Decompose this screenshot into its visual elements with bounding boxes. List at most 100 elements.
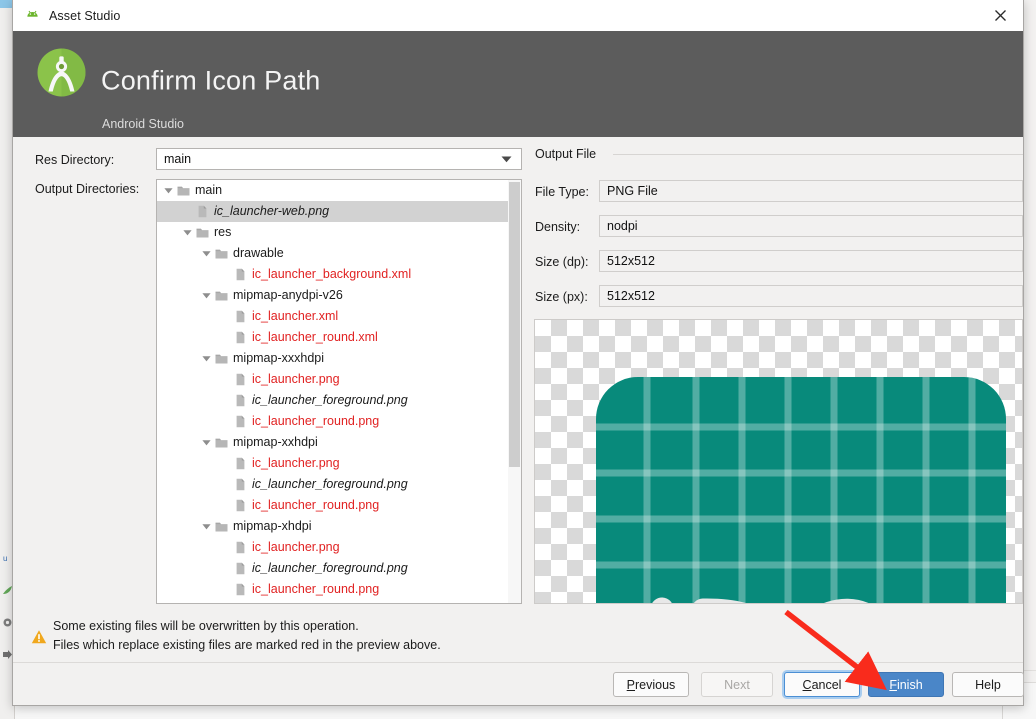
finish-mnemonic: F [889,677,897,692]
tree-file-row[interactable]: ic_launcher_foreground.png [157,390,509,411]
res-directory-combo[interactable]: main [156,148,522,170]
tree-item-label: ic_launcher_foreground.png [252,561,408,575]
size-px-field: 512x512 [599,285,1023,307]
next-button: Next [701,672,773,697]
tree-folder-row[interactable]: main [157,180,509,201]
tree-expand-toggle-icon[interactable] [201,290,212,301]
dialog-header: Confirm Icon Path Android Studio [13,31,1023,137]
density-field: nodpi [599,215,1023,237]
warning-line-1: Some existing files will be overwritten … [53,619,359,633]
tree-file-row[interactable]: ic_launcher_foreground.png [157,474,509,495]
file-icon [234,583,247,596]
tree-item-label: ic_launcher_round.png [252,582,380,596]
tree-scrollbar-thumb[interactable] [509,182,520,467]
warning-triangle-icon [31,629,47,645]
android-studio-logo-icon [35,46,88,99]
previous-label-rest: revious [635,677,676,692]
next-label: Next [724,677,750,692]
folder-icon [215,352,228,365]
tree-item-label: ic_launcher_foreground.png [252,477,408,491]
help-button[interactable]: Help [952,672,1024,697]
preview-artwork [596,377,1006,603]
tree-expand-toggle-icon[interactable] [201,437,212,448]
tree-file-row[interactable]: ic_launcher_round.png [157,411,509,432]
cancel-mnemonic: C [802,677,812,692]
help-label: Help [975,677,1001,692]
finish-label-rest: inish [896,677,923,692]
tree-expand-toggle-icon[interactable] [201,353,212,364]
density-label: Density: [535,220,581,234]
warning-area: Some existing files will be overwritten … [13,605,1023,663]
warning-line-2: Files which replace existing files are m… [53,638,441,652]
tree-item-label: ic_launcher.png [252,456,340,470]
tree-scrollbar-track[interactable] [508,180,521,603]
tree-expand-toggle-icon[interactable] [201,521,212,532]
tree-item-label: ic_launcher_round.xml [252,330,378,344]
tree-item-label: mipmap-xxhdpi [233,435,318,449]
tree-folder-row[interactable]: mipmap-xhdpi [157,516,509,537]
tree-folder-row[interactable]: mipmap-anydpi-v26 [157,285,509,306]
previous-button[interactable]: Previous [613,672,689,697]
output-file-group-label: Output File [535,147,603,161]
tree-item-label: main [195,183,223,197]
tree-expand-toggle-icon[interactable] [163,185,174,196]
file-icon [234,541,247,554]
file-icon [234,562,247,575]
cancel-button[interactable]: Cancel [784,672,860,697]
tree-folder-row[interactable]: res [157,222,509,243]
res-directory-label: Res Directory: [35,153,115,167]
tree-item-label: ic_launcher-web.png [214,204,330,218]
tree-file-row[interactable]: ic_launcher.xml [157,306,509,327]
size-px-label: Size (px): [535,290,588,304]
tree-file-row[interactable]: ic_launcher_foreground.png [157,558,509,579]
svg-text:u: u [3,554,7,563]
folder-icon [196,226,209,239]
tree-file-row[interactable]: ic_launcher_round.png [157,495,509,516]
tree-folder-row[interactable]: mipmap-xxhdpi [157,432,509,453]
tree-item-label: mipmap-anydpi-v26 [233,288,343,302]
tree-item-label: mipmap-xhdpi [233,519,312,533]
tree-file-row[interactable]: ic_launcher.png [157,537,509,558]
file-icon [196,205,209,218]
output-directories-tree[interactable]: main ic_launcher-web.pngres drawable ic_lau… [156,179,522,604]
file-icon [234,394,247,407]
chevron-down-icon [501,152,512,166]
tree-folder-row[interactable]: drawable [157,243,509,264]
tree-file-row[interactable]: ic_launcher_background.xml [157,264,509,285]
folder-icon [215,247,228,260]
folder-icon [177,184,190,197]
size-dp-label: Size (dp): [535,255,589,269]
tree-item-label: ic_launcher.png [252,372,340,386]
page-title: Confirm Icon Path [101,65,321,96]
tree-item-label: ic_launcher_round.png [252,498,380,512]
dialog-footer: Previous Next Cancel Finish Help [13,663,1024,705]
file-icon [234,499,247,512]
tree-file-row[interactable]: ic_launcher.png [157,369,509,390]
dialog-body: Res Directory: Output Directories: main … [13,137,1023,605]
tree-file-row[interactable]: ic_launcher.png [157,453,509,474]
tree-file-row[interactable]: ic_launcher_round.png [157,579,509,600]
size-dp-field: 512x512 [599,250,1023,272]
output-directories-label: Output Directories: [35,182,140,196]
file-icon [234,373,247,386]
file-type-label: File Type: [535,185,589,199]
tree-scroll-viewport: main ic_launcher-web.pngres drawable ic_lau… [157,180,509,603]
file-icon [234,457,247,470]
tree-folder-row[interactable]: mipmap-xxxhdpi [157,348,509,369]
folder-icon [215,520,228,533]
tree-expand-toggle-icon[interactable] [201,248,212,259]
tree-item-label: res [214,225,232,239]
dialog-title-bar: Asset Studio [13,0,1023,32]
res-directory-value: main [164,152,192,166]
group-divider [613,154,1023,155]
close-icon[interactable] [978,0,1023,31]
tree-item-label: ic_launcher_background.xml [252,267,412,281]
tree-item-label: drawable [233,246,284,260]
background-vertical-splitter [1002,706,1003,719]
previous-mnemonic: P [626,677,636,692]
finish-button[interactable]: Finish [868,672,944,697]
tree-file-row[interactable]: ic_launcher_round.xml [157,327,509,348]
tree-file-row[interactable]: ic_launcher-web.png [157,201,509,222]
tree-expand-toggle-icon[interactable] [182,227,193,238]
size-px-value: 512x512 [607,289,655,303]
